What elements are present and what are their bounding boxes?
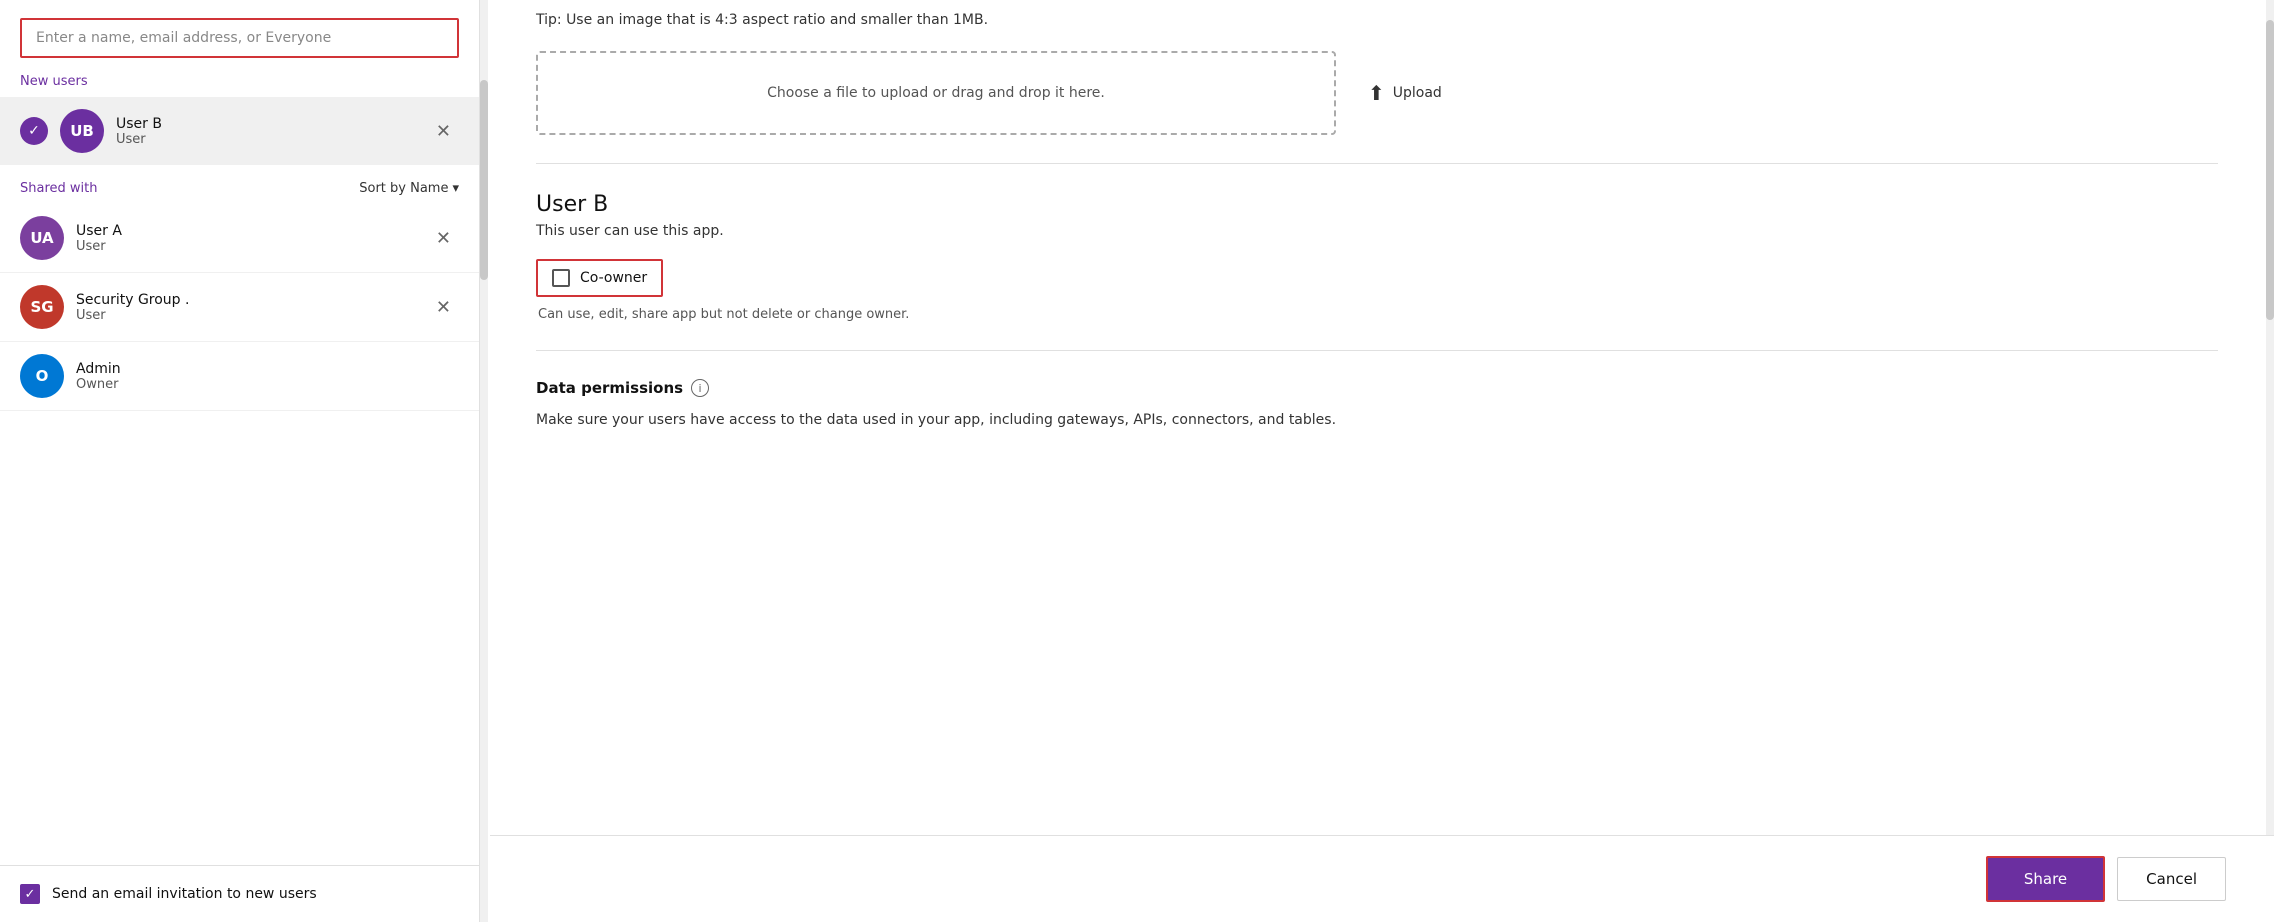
scroll-bar[interactable] <box>480 0 488 922</box>
divider-1 <box>536 163 2218 164</box>
selected-user-role: User <box>116 132 416 147</box>
remove-user-a-button[interactable]: ✕ <box>428 225 459 251</box>
admin-name: Admin <box>76 361 459 377</box>
selected-user-name: User B <box>116 116 416 132</box>
right-scrollbar[interactable] <box>2266 0 2274 922</box>
search-input-wrapper <box>0 0 479 70</box>
user-a-avatar: UA <box>20 216 64 260</box>
user-a-role: User <box>76 239 416 254</box>
info-icon[interactable]: i <box>691 379 709 397</box>
sort-by-button[interactable]: Sort by Name ▾ <box>359 181 459 196</box>
co-owner-desc: Can use, edit, share app but not delete … <box>536 307 2218 322</box>
right-panel: Tip: Use an image that is 4:3 aspect rat… <box>488 0 2266 922</box>
upload-area: Choose a file to upload or drag and drop… <box>536 51 2218 135</box>
bottom-bar: Share Cancel <box>490 835 2266 922</box>
list-item: SG Security Group . User ✕ <box>0 273 479 342</box>
remove-user-b-button[interactable]: ✕ <box>428 118 459 144</box>
co-owner-label: Co-owner <box>580 270 647 286</box>
admin-info: Admin Owner <box>76 361 459 392</box>
admin-role: Owner <box>76 377 459 392</box>
co-owner-checkbox[interactable] <box>552 269 570 287</box>
divider-2 <box>536 350 2218 351</box>
selected-user-row: ✓ UB User B User ✕ <box>0 97 479 165</box>
sort-by-label: Sort by Name <box>359 181 448 196</box>
data-perm-header: Data permissions i <box>536 379 2218 397</box>
right-scrollbar-thumb <box>2266 20 2274 320</box>
email-invite-label: Send an email invitation to new users <box>52 886 317 902</box>
scroll-thumb <box>480 80 488 280</box>
check-icon: ✓ <box>20 117 48 145</box>
shared-with-header: Shared with Sort by Name ▾ <box>0 165 479 204</box>
new-users-label: New users <box>0 70 479 97</box>
data-perm-title: Data permissions <box>536 379 683 397</box>
shared-with-label: Shared with <box>20 181 97 196</box>
user-a-info: User A User <box>76 223 416 254</box>
user-b-section: User B This user can use this app. Co-ow… <box>536 192 2218 322</box>
left-panel: New users ✓ UB User B User ✕ Shared with… <box>0 0 480 922</box>
remove-security-group-button[interactable]: ✕ <box>428 294 459 320</box>
data-permissions-section: Data permissions i Make sure your users … <box>536 379 2218 431</box>
drop-zone[interactable]: Choose a file to upload or drag and drop… <box>536 51 1336 135</box>
security-group-role: User <box>76 308 416 323</box>
search-input[interactable] <box>20 18 459 58</box>
list-item: O Admin Owner <box>0 342 479 411</box>
shared-user-list: UA User A User ✕ SG Security Group . Use… <box>0 204 479 535</box>
tip-section: Tip: Use an image that is 4:3 aspect rat… <box>536 0 2218 31</box>
user-b-name: User B <box>536 192 2218 217</box>
security-group-avatar: SG <box>20 285 64 329</box>
email-invite-row: ✓ Send an email invitation to new users <box>0 865 479 922</box>
chevron-down-icon: ▾ <box>452 181 459 196</box>
user-b-desc: This user can use this app. <box>536 223 2218 239</box>
user-b-avatar: UB <box>60 109 104 153</box>
cancel-button[interactable]: Cancel <box>2117 857 2226 901</box>
upload-icon: ⬆ <box>1368 81 1385 105</box>
list-item: UA User A User ✕ <box>0 204 479 273</box>
co-owner-box[interactable]: Co-owner <box>536 259 663 297</box>
tip-text: Tip: Use an image that is 4:3 aspect rat… <box>536 2 988 28</box>
user-a-name: User A <box>76 223 416 239</box>
selected-user-info: User B User <box>116 116 416 147</box>
data-perm-desc: Make sure your users have access to the … <box>536 409 2218 431</box>
security-group-info: Security Group . User <box>76 292 416 323</box>
email-invite-checkbox[interactable]: ✓ <box>20 884 40 904</box>
share-button[interactable]: Share <box>1986 856 2105 902</box>
upload-button[interactable]: ⬆ Upload <box>1368 81 1442 105</box>
upload-label: Upload <box>1393 85 1442 101</box>
security-group-name: Security Group . <box>76 292 416 308</box>
admin-avatar: O <box>20 354 64 398</box>
